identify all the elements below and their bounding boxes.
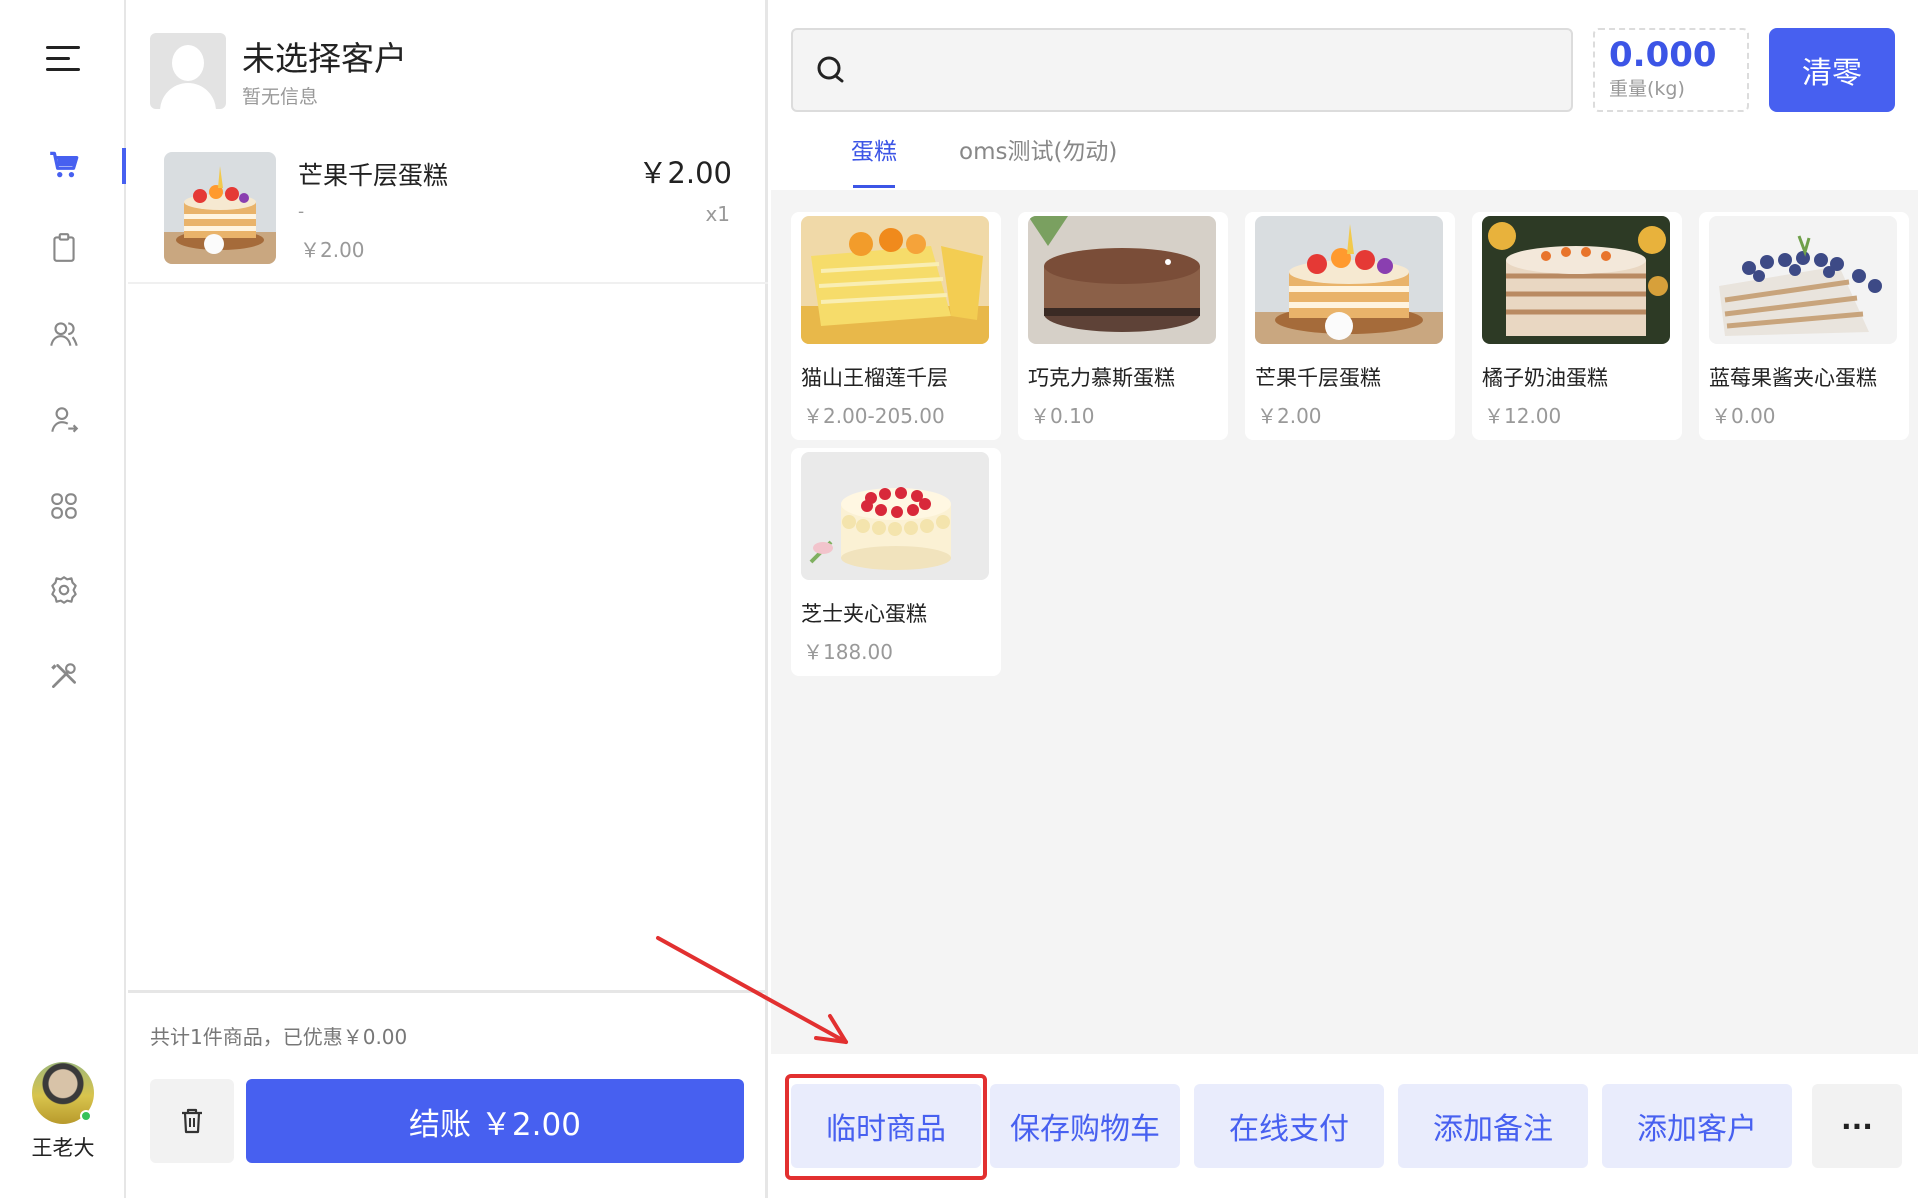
cart-summary: 共计1件商品，已优惠￥0.00: [150, 1025, 408, 1049]
tab-oms-test[interactable]: oms测试(勿动): [959, 132, 1117, 188]
product-card[interactable]: 蓝莓果酱夹心蛋糕 ￥0.00: [1699, 212, 1909, 440]
side-nav-rail: 王老大: [0, 0, 126, 1198]
product-name: 猫山王榴莲千层: [801, 366, 948, 390]
nav-orders-icon[interactable]: [40, 224, 88, 272]
product-name: 芒果千层蛋糕: [1255, 366, 1381, 390]
product-price: ￥2.00: [1257, 404, 1322, 428]
nav-apps-icon[interactable]: [40, 482, 88, 530]
cart-item-total: ￥2.00: [638, 156, 732, 190]
product-name: 芝士夹心蛋糕: [801, 602, 927, 626]
cart-item-spec: -: [298, 202, 305, 222]
product-card[interactable]: 橘子奶油蛋糕 ￥12.00: [1472, 212, 1682, 440]
nav-cart-icon[interactable]: [40, 140, 88, 188]
add-note-button[interactable]: 添加备注: [1398, 1084, 1588, 1168]
search-icon: [817, 56, 844, 83]
product-area: 0.000 重量(kg) 清零 蛋糕 oms测试(勿动) 猫山王榴莲千层 ￥2.…: [771, 0, 1918, 1198]
cart-item-unit-price: ￥2.00: [300, 238, 365, 262]
product-image: [1255, 216, 1443, 344]
category-tabs: 蛋糕 oms测试(勿动): [851, 132, 1179, 188]
trash-icon: [182, 1108, 202, 1134]
product-name: 橘子奶油蛋糕: [1482, 366, 1608, 390]
product-name: 蓝莓果酱夹心蛋糕: [1709, 366, 1877, 390]
more-ellipsis-icon: ···: [1841, 1109, 1873, 1143]
checkout-button[interactable]: 结账 ￥2.00: [246, 1079, 744, 1163]
cart-item-name: 芒果千层蛋糕: [298, 161, 449, 190]
more-actions-button[interactable]: ···: [1812, 1084, 1902, 1168]
search-input[interactable]: [791, 28, 1573, 112]
pos-app: 王老大 未选择客户 暂无信息 芒果千层蛋糕 - ￥2.00 ￥2.00 x1 共…: [0, 0, 1918, 1198]
hamburger-menu-icon[interactable]: [46, 44, 80, 74]
product-price: ￥0.10: [1030, 404, 1095, 428]
product-toolbar: 0.000 重量(kg) 清零 蛋糕 oms测试(勿动): [771, 0, 1918, 190]
clear-cart-button[interactable]: [150, 1079, 234, 1163]
scale-weight-display: 0.000 重量(kg): [1593, 28, 1749, 112]
nav-settings-gear-icon[interactable]: [40, 566, 88, 614]
product-image: [801, 216, 989, 344]
product-card[interactable]: 猫山王榴莲千层 ￥2.00-205.00: [791, 212, 1001, 440]
customer-avatar-placeholder: [150, 32, 226, 109]
user-name: 王老大: [31, 1136, 95, 1160]
cart-footer: 共计1件商品，已优惠￥0.00 结账 ￥2.00: [128, 990, 768, 1198]
cart-panel: 未选择客户 暂无信息 芒果千层蛋糕 - ￥2.00 ￥2.00 x1 共计1件商…: [128, 0, 768, 1198]
cart-item-image: [164, 152, 276, 264]
nav-tools-icon[interactable]: [40, 652, 88, 700]
save-cart-button[interactable]: 保存购物车: [990, 1084, 1180, 1168]
nav-members-icon[interactable]: [40, 310, 88, 358]
product-image: [1709, 216, 1897, 344]
customer-title: 未选择客户: [242, 39, 407, 78]
product-price: ￥188.00: [803, 640, 893, 664]
current-user[interactable]: 王老大: [24, 1062, 102, 1162]
temporary-item-button[interactable]: 临时商品: [791, 1084, 981, 1168]
customer-subtitle: 暂无信息: [242, 86, 319, 108]
tab-cake[interactable]: 蛋糕: [851, 132, 897, 188]
online-status-dot: [80, 1110, 92, 1122]
customer-selector[interactable]: 未选择客户 暂无信息: [150, 32, 407, 109]
product-price: ￥12.00: [1484, 404, 1562, 428]
online-payment-button[interactable]: 在线支付: [1194, 1084, 1384, 1168]
product-card[interactable]: 芒果千层蛋糕 ￥2.00: [1245, 212, 1455, 440]
product-price: ￥2.00-205.00: [803, 404, 945, 428]
product-name: 巧克力慕斯蛋糕: [1028, 366, 1175, 390]
tare-zero-button[interactable]: 清零: [1769, 28, 1895, 112]
scale-weight-value: 0.000: [1609, 35, 1717, 75]
user-avatar: [32, 1062, 94, 1124]
cart-action-bar: 临时商品 保存购物车 在线支付 添加备注 添加客户 ···: [771, 1054, 1918, 1198]
product-price: ￥0.00: [1711, 404, 1776, 428]
product-card[interactable]: 芝士夹心蛋糕 ￥188.00: [791, 448, 1001, 676]
nav-shift-icon[interactable]: [40, 396, 88, 444]
cart-item-qty: x1: [705, 202, 730, 226]
nav-active-indicator: [122, 148, 126, 184]
product-card[interactable]: 巧克力慕斯蛋糕 ￥0.10: [1018, 212, 1228, 440]
scale-weight-unit: 重量(kg): [1609, 78, 1685, 100]
add-customer-button[interactable]: 添加客户: [1602, 1084, 1792, 1168]
product-image: [1028, 216, 1216, 344]
product-image: [801, 452, 989, 580]
cart-line-item[interactable]: 芒果千层蛋糕 - ￥2.00 ￥2.00 x1: [128, 140, 768, 284]
product-image: [1482, 216, 1670, 344]
